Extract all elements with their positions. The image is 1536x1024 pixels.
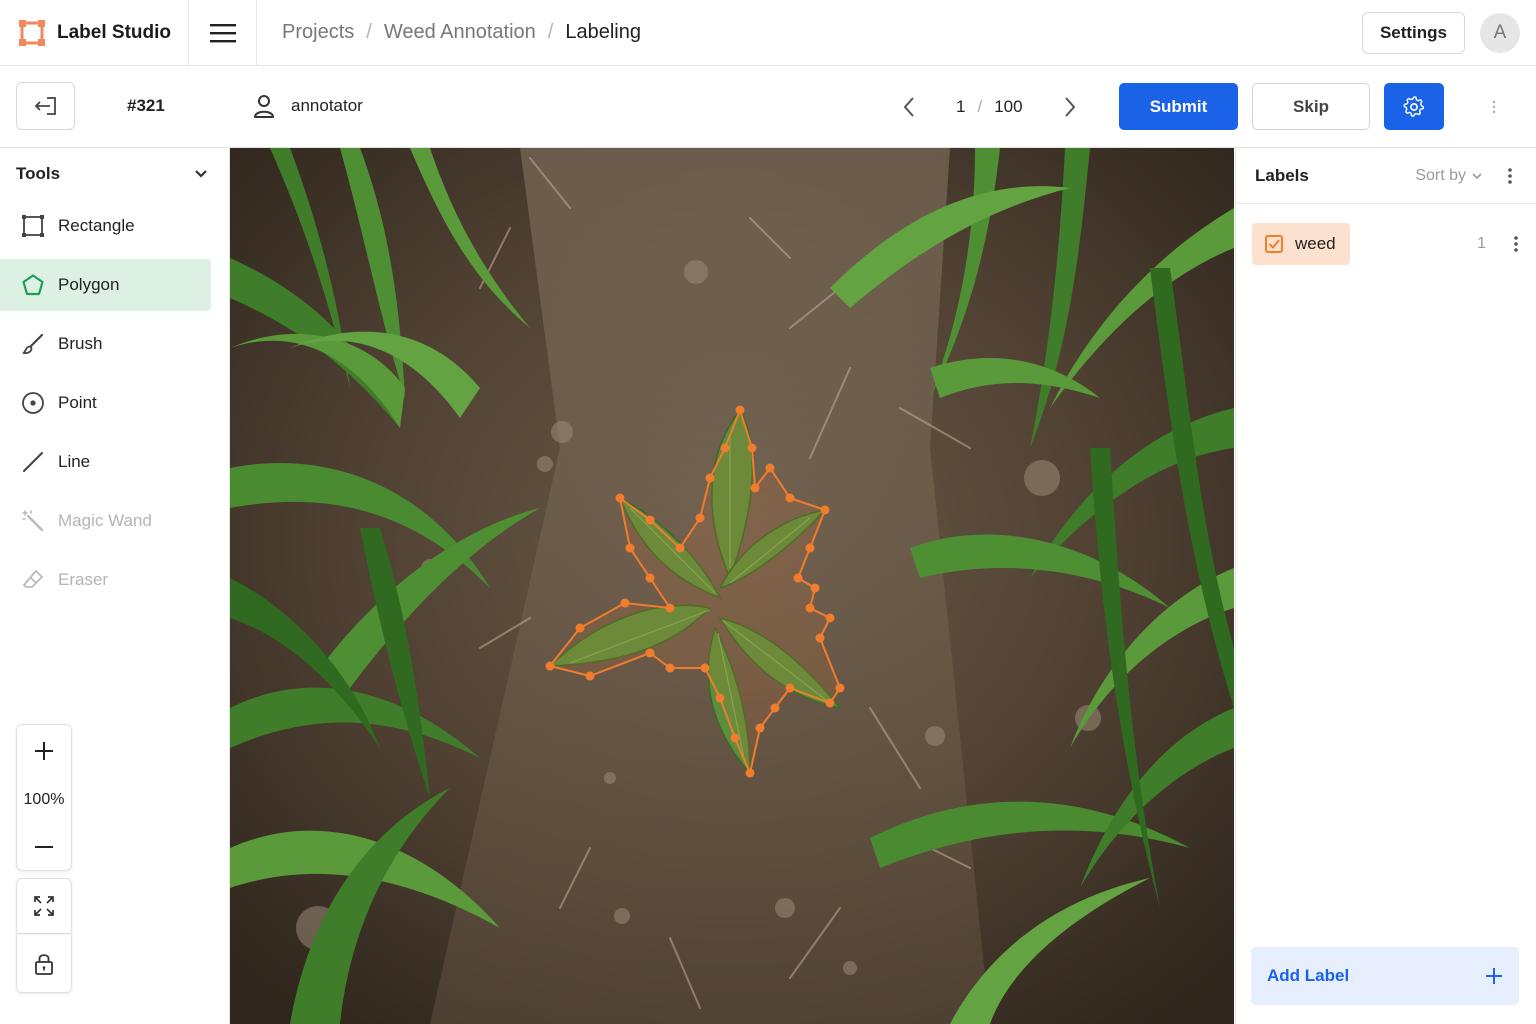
zoom-controls: 100% [16, 724, 72, 871]
label-more-button[interactable] [1512, 236, 1520, 252]
labels-more-button[interactable] [1506, 167, 1514, 184]
avatar[interactable]: A [1480, 12, 1520, 53]
add-label-button[interactable]: Add Label [1251, 947, 1519, 1005]
user-icon [254, 95, 274, 118]
lock-icon [35, 953, 53, 975]
tool-brush[interactable]: Brush [0, 318, 211, 370]
brush-icon [22, 333, 44, 354]
fit-to-screen-button[interactable] [16, 878, 72, 934]
exit-icon [34, 97, 56, 115]
minus-icon [35, 846, 53, 848]
zoom-level: 100% [23, 791, 65, 808]
tools-header[interactable]: Tools [0, 148, 229, 200]
point-icon [22, 392, 44, 414]
more-options-button[interactable] [1486, 90, 1502, 124]
pager-total: 100 [994, 97, 1023, 116]
hamburger-icon [209, 23, 236, 42]
eraser-icon [23, 570, 43, 588]
labels-panel: Labels Sort by weed 1 Add Label [1235, 148, 1536, 1024]
exit-button[interactable] [16, 82, 75, 130]
top-bar: Label Studio Projects / Weed Annotation … [0, 0, 1536, 66]
labels-title: Labels [1255, 165, 1309, 185]
more-vertical-icon [1508, 167, 1512, 184]
breadcrumb: Projects / Weed Annotation / Labeling [257, 21, 641, 44]
zoom-out-button[interactable] [17, 823, 71, 871]
chevron-down-icon [1472, 172, 1482, 179]
tool-polygon[interactable]: Polygon [0, 259, 211, 311]
menu-button[interactable] [189, 0, 257, 65]
tool-label: Point [58, 393, 97, 412]
chevron-right-icon [1064, 97, 1075, 117]
tool-point[interactable]: Point [0, 377, 211, 429]
breadcrumb-project[interactable]: Weed Annotation [384, 21, 536, 44]
task-id: #321 [127, 96, 165, 115]
zoom-in-button[interactable] [17, 727, 71, 775]
tool-rectangle[interactable]: Rectangle [0, 200, 211, 252]
app-name: Label Studio [57, 21, 171, 43]
more-vertical-icon [1514, 236, 1518, 252]
next-task-button[interactable] [1057, 90, 1083, 124]
polygon-icon [22, 274, 44, 296]
tools-title: Tools [16, 164, 61, 183]
chevron-left-icon [903, 97, 914, 117]
tools-panel: Tools Rectangle Polygon Brush Point Line… [0, 148, 230, 1024]
brand[interactable]: Label Studio [0, 0, 189, 65]
annotator-name: annotator [291, 96, 363, 115]
checkbox-icon[interactable] [1265, 235, 1283, 253]
image-canvas[interactable] [230, 148, 1234, 1024]
sort-by-dropdown[interactable]: Sort by [1415, 167, 1482, 185]
gear-icon [1403, 95, 1425, 117]
tool-magic-wand[interactable]: Magic Wand [0, 495, 211, 547]
tool-label: Polygon [58, 275, 120, 294]
sort-by-label: Sort by [1415, 166, 1466, 184]
magic-wand-icon [22, 510, 44, 532]
task-toolbar: #321 annotator 1 / 100 Submit Skip [0, 66, 1536, 148]
chevron-down-icon [195, 170, 207, 178]
tool-eraser[interactable]: Eraser [0, 554, 211, 606]
settings-button[interactable]: Settings [1361, 11, 1465, 54]
annotator-info: annotator [251, 93, 363, 119]
task-pager: 1 / 100 [896, 90, 1083, 124]
plus-icon [1486, 968, 1502, 984]
plus-icon [35, 742, 53, 760]
breadcrumb-projects[interactable]: Projects [282, 21, 354, 44]
tool-line[interactable]: Line [0, 436, 211, 488]
field-photo [230, 148, 1234, 1024]
labels-header: Labels Sort by [1236, 148, 1536, 204]
tool-label: Rectangle [58, 216, 135, 235]
tool-label: Magic Wand [58, 511, 152, 530]
submit-button[interactable]: Submit [1119, 83, 1238, 130]
label-count: 1 [1477, 235, 1486, 252]
pager-current: 1 [956, 97, 966, 116]
more-vertical-icon [1492, 100, 1496, 114]
lock-button[interactable] [16, 935, 72, 993]
breadcrumb-current: Labeling [565, 21, 641, 43]
tool-label: Eraser [58, 570, 109, 589]
label-studio-logo-icon [19, 19, 45, 46]
label-item[interactable]: weed 1 [1252, 223, 1520, 265]
tool-label: Brush [58, 334, 103, 353]
label-chip[interactable]: weed [1252, 223, 1350, 265]
settings-gear-button[interactable] [1384, 83, 1444, 130]
skip-button[interactable]: Skip [1252, 83, 1370, 130]
label-name: weed [1295, 234, 1336, 253]
line-icon [23, 452, 43, 472]
prev-task-button[interactable] [896, 90, 922, 124]
breadcrumb-separator: / [547, 21, 554, 43]
pager-separator: / [977, 97, 983, 116]
breadcrumb-separator: / [366, 21, 372, 43]
add-label-text: Add Label [1267, 966, 1350, 985]
rectangle-icon [22, 215, 44, 237]
expand-icon [34, 896, 54, 916]
tool-label: Line [58, 452, 91, 471]
